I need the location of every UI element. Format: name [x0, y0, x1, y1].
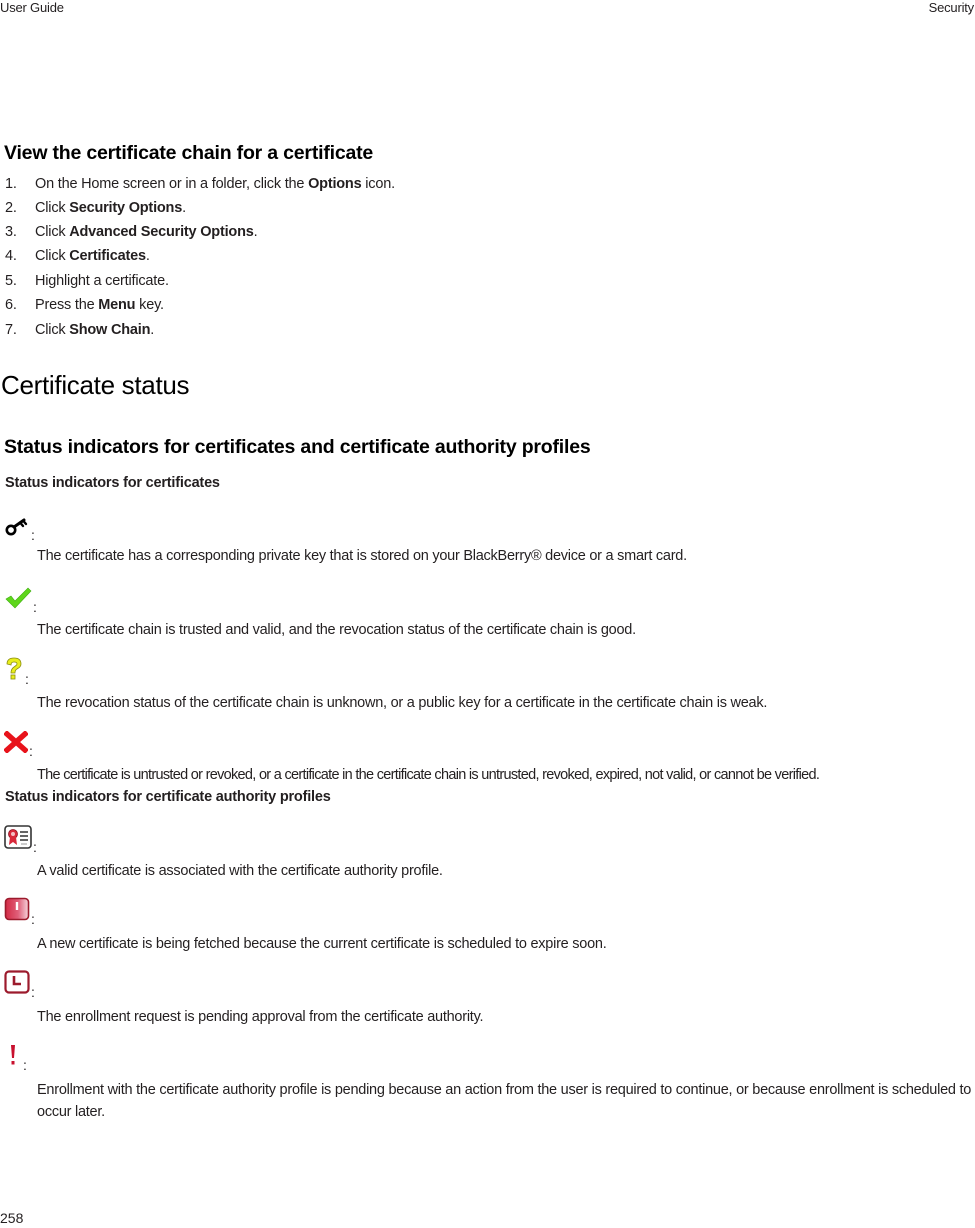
indicator-label: :: [4, 587, 37, 614]
question-mark-icon: [4, 657, 24, 686]
step-item: 4. Click Certificates.: [5, 248, 150, 264]
section-title-status-indicators: Status indicators for certificates and c…: [4, 436, 591, 458]
step-item: 3. Click Advanced Security Options.: [5, 224, 258, 240]
indicator-description: The certificate chain is trusted and val…: [37, 622, 636, 638]
valid-certificate-icon: [4, 825, 32, 854]
indicator-description: A valid certificate is associated with t…: [37, 863, 443, 879]
step-item: 7. Click Show Chain.: [5, 322, 155, 338]
checkmark-icon: [4, 587, 32, 614]
red-x-icon: [3, 730, 29, 758]
indicator-description: The certificate is untrusted or revoked,…: [37, 767, 820, 783]
page-number: 258: [0, 1210, 24, 1226]
indicator-label: :: [4, 517, 35, 542]
chapter-title-certificate-status: Certificate status: [1, 370, 190, 400]
indicator-description: A new certificate is being fetched becau…: [37, 936, 607, 952]
indicator-label: :: [3, 730, 33, 758]
group-title-certificates: Status indicators for certificates: [5, 475, 220, 491]
expiring-certificate-icon: [4, 897, 30, 926]
indicator-description: The enrollment request is pending approv…: [37, 1009, 484, 1025]
step-item: 6. Press the Menu key.: [5, 297, 164, 313]
pending-clock-icon: [4, 970, 30, 999]
key-icon: [4, 517, 30, 542]
step-item: 2. Click Security Options.: [5, 200, 186, 216]
step-item: 1. On the Home screen or in a folder, cli…: [5, 176, 395, 192]
indicator-description: The certificate has a corresponding priv…: [37, 548, 687, 564]
indicator-label: :: [4, 825, 37, 854]
group-title-ca-profiles: Status indicators for certificate author…: [5, 789, 331, 805]
section-title-view-chain: View the certificate chain for a certifi…: [4, 142, 374, 164]
running-header-right: Security: [928, 0, 975, 15]
indicator-description: The revocation status of the certificate…: [37, 695, 768, 711]
indicator-label: :: [4, 897, 35, 926]
indicator-label: :: [4, 1045, 27, 1072]
running-header-left: User Guide: [0, 0, 64, 15]
exclamation-icon: [7, 1043, 19, 1072]
indicator-label: :: [4, 970, 35, 999]
step-item: 5. Highlight a certificate.: [5, 273, 169, 289]
indicator-label: :: [4, 657, 29, 686]
indicator-description: Enrollment with the certificate authorit…: [37, 1082, 972, 1120]
